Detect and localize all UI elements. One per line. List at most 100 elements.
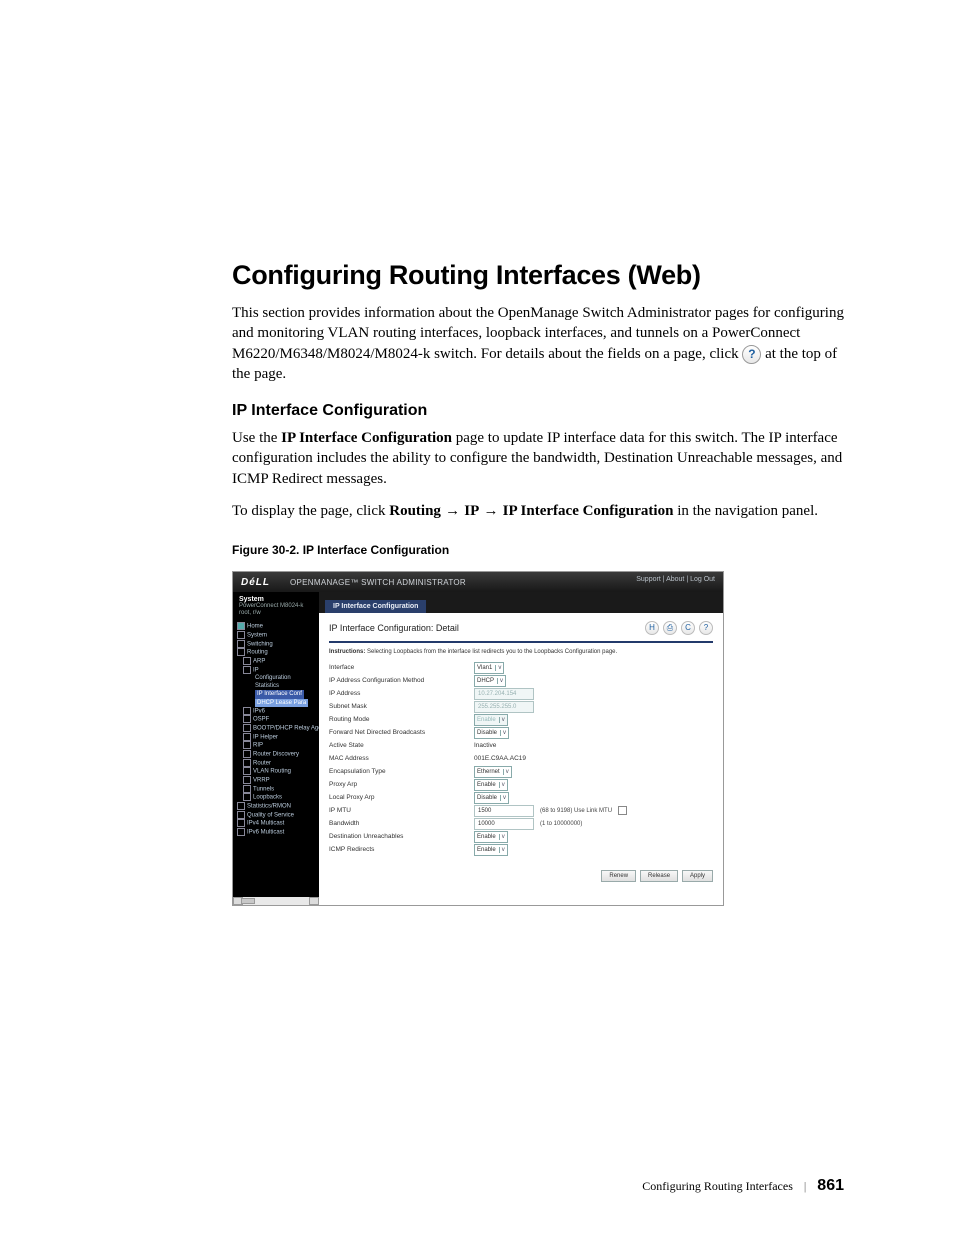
config-panel: IP Interface Configuration: Detail H ⎙ C… bbox=[319, 613, 723, 890]
tree-item-vrrp[interactable]: VRRP bbox=[233, 776, 319, 785]
sidebar-scrollbar[interactable] bbox=[233, 897, 319, 905]
field-control: Inactive bbox=[474, 742, 496, 749]
tree-item-ospf[interactable]: OSPF bbox=[233, 715, 319, 724]
arrow-icon: → bbox=[479, 502, 502, 519]
apply-button[interactable]: Apply bbox=[682, 870, 713, 882]
tree-item-router-discovery[interactable]: Router Discovery bbox=[233, 750, 319, 759]
app-shell: System PowerConnect M8024-k root, r/w Ho… bbox=[233, 592, 723, 905]
form-row: Routing ModeEnablev bbox=[329, 713, 713, 726]
select-input[interactable]: Ethernetv bbox=[474, 766, 512, 778]
field-control: 1500 (68 to 9198) Use Link MTU bbox=[474, 805, 627, 817]
tree-item-ipv6[interactable]: IPv6 bbox=[233, 707, 319, 716]
panel-header: IP Interface Configuration: Detail H ⎙ C… bbox=[329, 621, 713, 643]
field-control: Disablev bbox=[474, 792, 509, 804]
form-row: Forward Net Directed BroadcastsDisablev bbox=[329, 726, 713, 739]
text-input: 10.27.204.154 bbox=[474, 688, 534, 700]
field-label: Bandwidth bbox=[329, 820, 474, 827]
tree-item-switching[interactable]: Switching bbox=[233, 640, 319, 649]
tree-item-statistics-rmon[interactable]: Statistics/RMON bbox=[233, 802, 319, 811]
document-page: Configuring Routing Interfaces (Web) Thi… bbox=[0, 0, 954, 1235]
tree-item-dhcp-lease[interactable]: DHCP Lease Para bbox=[233, 699, 319, 707]
select-input[interactable]: Enablev bbox=[474, 779, 508, 791]
field-label: Proxy Arp bbox=[329, 781, 474, 788]
top-links[interactable]: Support | About | Log Out bbox=[636, 576, 715, 583]
select-input[interactable]: Disablev bbox=[474, 727, 509, 739]
refresh-icon[interactable]: C bbox=[681, 621, 695, 635]
intro-paragraph: This section provides information about … bbox=[232, 303, 844, 384]
field-label: Interface bbox=[329, 664, 474, 671]
field-control: Enablev bbox=[474, 844, 508, 856]
field-control: 001E.C9AA.AC19 bbox=[474, 755, 526, 762]
select-input[interactable]: Vlan1v bbox=[474, 662, 504, 674]
tab-bar: IP Interface Configuration bbox=[319, 592, 723, 613]
tree-item-qos[interactable]: Quality of Service bbox=[233, 811, 319, 820]
field-control: 10000(1 to 10000000) bbox=[474, 818, 582, 830]
form-row: MAC Address001E.C9AA.AC19 bbox=[329, 752, 713, 765]
form-row: Bandwidth10000(1 to 10000000) bbox=[329, 817, 713, 830]
page-number: 861 bbox=[817, 1177, 844, 1194]
select-input[interactable]: DHCPv bbox=[474, 675, 506, 687]
field-label: IP Address bbox=[329, 690, 474, 697]
text-input[interactable]: 1500 bbox=[474, 805, 534, 817]
help-icon[interactable]: ? bbox=[699, 621, 713, 635]
tree-item-loopbacks[interactable]: Loopbacks bbox=[233, 793, 319, 802]
instr-label: Instructions: bbox=[329, 649, 365, 655]
tree-item-tunnels[interactable]: Tunnels bbox=[233, 785, 319, 794]
field-control: Disablev bbox=[474, 727, 509, 739]
panel-title: IP Interface Configuration: Detail bbox=[329, 623, 459, 633]
print-icon[interactable]: ⎙ bbox=[663, 621, 677, 635]
page-heading: Configuring Routing Interfaces (Web) bbox=[232, 260, 844, 291]
renew-button[interactable]: Renew bbox=[601, 870, 636, 882]
product-name: OPENMANAGE™ SWITCH ADMINISTRATOR bbox=[290, 578, 466, 587]
field-label: IP MTU bbox=[329, 807, 474, 814]
tree-item-home[interactable]: Home bbox=[233, 622, 319, 631]
tree-item-iphelper[interactable]: IP Helper bbox=[233, 733, 319, 742]
field-control: Enablev bbox=[474, 714, 508, 726]
form-row: Destination UnreachablesEnablev bbox=[329, 830, 713, 843]
page-footer: Configuring Routing Interfaces | 861 bbox=[642, 1177, 844, 1195]
tree-item-ipv6-multicast[interactable]: IPv6 Multicast bbox=[233, 828, 319, 837]
tree-item-ip-interface[interactable]: IP Interface Conf bbox=[233, 690, 319, 698]
tree-item-ip[interactable]: IP bbox=[233, 666, 319, 675]
tree-item-statistics[interactable]: Statistics bbox=[233, 682, 319, 690]
section-heading: IP Interface Configuration bbox=[232, 402, 844, 420]
tab-ip-interface[interactable]: IP Interface Configuration bbox=[325, 600, 426, 613]
release-button[interactable]: Release bbox=[640, 870, 678, 882]
select-input: Enablev bbox=[474, 714, 508, 726]
select-input[interactable]: Enablev bbox=[474, 844, 508, 856]
field-control: DHCPv bbox=[474, 675, 506, 687]
select-input[interactable]: Disablev bbox=[474, 792, 509, 804]
nav-path-ipif: IP Interface Configuration bbox=[503, 503, 674, 519]
sidebar-device: PowerConnect M8024-k bbox=[233, 603, 319, 610]
tree-item-routing[interactable]: Routing bbox=[233, 648, 319, 657]
field-hint: (68 to 9198) Use Link MTU bbox=[540, 808, 612, 814]
field-control: Enablev bbox=[474, 831, 508, 843]
select-input[interactable]: Enablev bbox=[474, 831, 508, 843]
footer-separator: | bbox=[804, 1179, 806, 1193]
nav-sidebar: System PowerConnect M8024-k root, r/w Ho… bbox=[233, 592, 319, 905]
text-input[interactable]: 10000 bbox=[474, 818, 534, 830]
tree-item-rip[interactable]: RIP bbox=[233, 741, 319, 750]
field-label: Subnet Mask bbox=[329, 703, 474, 710]
tree-item-router[interactable]: Router bbox=[233, 759, 319, 768]
use-link-mtu-checkbox[interactable] bbox=[618, 806, 627, 815]
sidebar-heading: System bbox=[233, 596, 319, 603]
tree-item-bootp[interactable]: BOOTP/DHCP Relay Age bbox=[233, 724, 319, 733]
tree-item-system[interactable]: System bbox=[233, 631, 319, 640]
use-a: Use the bbox=[232, 430, 281, 446]
tree-item-ipv4-multicast[interactable]: IPv4 Multicast bbox=[233, 819, 319, 828]
tree-item-configuration[interactable]: Configuration bbox=[233, 674, 319, 682]
tree-item-vlan-routing[interactable]: VLAN Routing bbox=[233, 767, 319, 776]
footer-title: Configuring Routing Interfaces bbox=[642, 1179, 793, 1193]
form-row: ICMP RedirectsEnablev bbox=[329, 843, 713, 856]
dell-logo: DéLL bbox=[241, 577, 270, 588]
panel-toolbar: H ⎙ C ? bbox=[645, 621, 713, 635]
tree-item-arp[interactable]: ARP bbox=[233, 657, 319, 666]
title-bar: DéLL OPENMANAGE™ SWITCH ADMINISTRATOR Su… bbox=[233, 572, 723, 592]
save-icon[interactable]: H bbox=[645, 621, 659, 635]
form-row: IP Address Configuration MethodDHCPv bbox=[329, 674, 713, 687]
app-screenshot: DéLL OPENMANAGE™ SWITCH ADMINISTRATOR Su… bbox=[232, 571, 724, 906]
form-row: Subnet Mask255.255.255.0 bbox=[329, 700, 713, 713]
content-pane: IP Interface Configuration IP Interface … bbox=[319, 592, 723, 905]
use-bold: IP Interface Configuration bbox=[281, 430, 452, 446]
